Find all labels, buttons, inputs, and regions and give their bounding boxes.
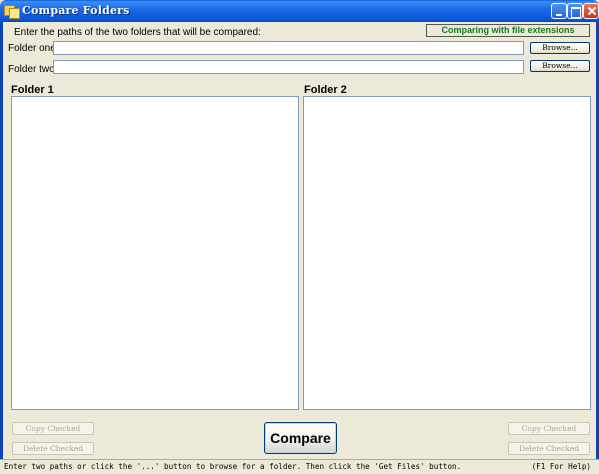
copy-checked-left-button[interactable]: Copy Checked [12,422,94,435]
folder-two-label: Folder two: [8,64,58,75]
folder-2-file-list[interactable] [303,96,591,410]
maximize-button[interactable] [567,3,583,19]
window-frame-left [0,22,3,460]
status-message: Enter two paths or click the '...' butto… [4,462,462,471]
folder-1-file-list[interactable] [11,96,299,410]
folder-two-input[interactable] [53,60,524,74]
window-title: Compare Folders [22,4,130,17]
help-hint: (F1 For Help) [531,462,591,471]
delete-checked-right-button[interactable]: Delete Checked [508,442,590,455]
title-bar[interactable]: Compare Folders [0,0,599,22]
delete-checked-left-button[interactable]: Delete Checked [12,442,94,455]
status-bar: Enter two paths or click the '...' butto… [0,459,599,474]
folder-icon [4,3,20,19]
folder-one-input[interactable] [53,41,524,55]
minimize-button[interactable] [551,3,567,19]
compare-button[interactable]: Compare [264,422,337,454]
copy-checked-right-button[interactable]: Copy Checked [508,422,590,435]
folder-1-title: Folder 1 [11,84,54,96]
browse-folder-one-button[interactable]: Browse... [530,42,590,54]
extension-mode-badge[interactable]: Comparing with file extensions [426,24,590,37]
close-button[interactable] [583,3,599,19]
folder-2-title: Folder 2 [304,84,347,96]
browse-folder-two-button[interactable]: Browse... [530,60,590,72]
instructions-text: Enter the paths of the two folders that … [14,27,261,38]
folder-one-label: Folder one: [8,43,59,54]
